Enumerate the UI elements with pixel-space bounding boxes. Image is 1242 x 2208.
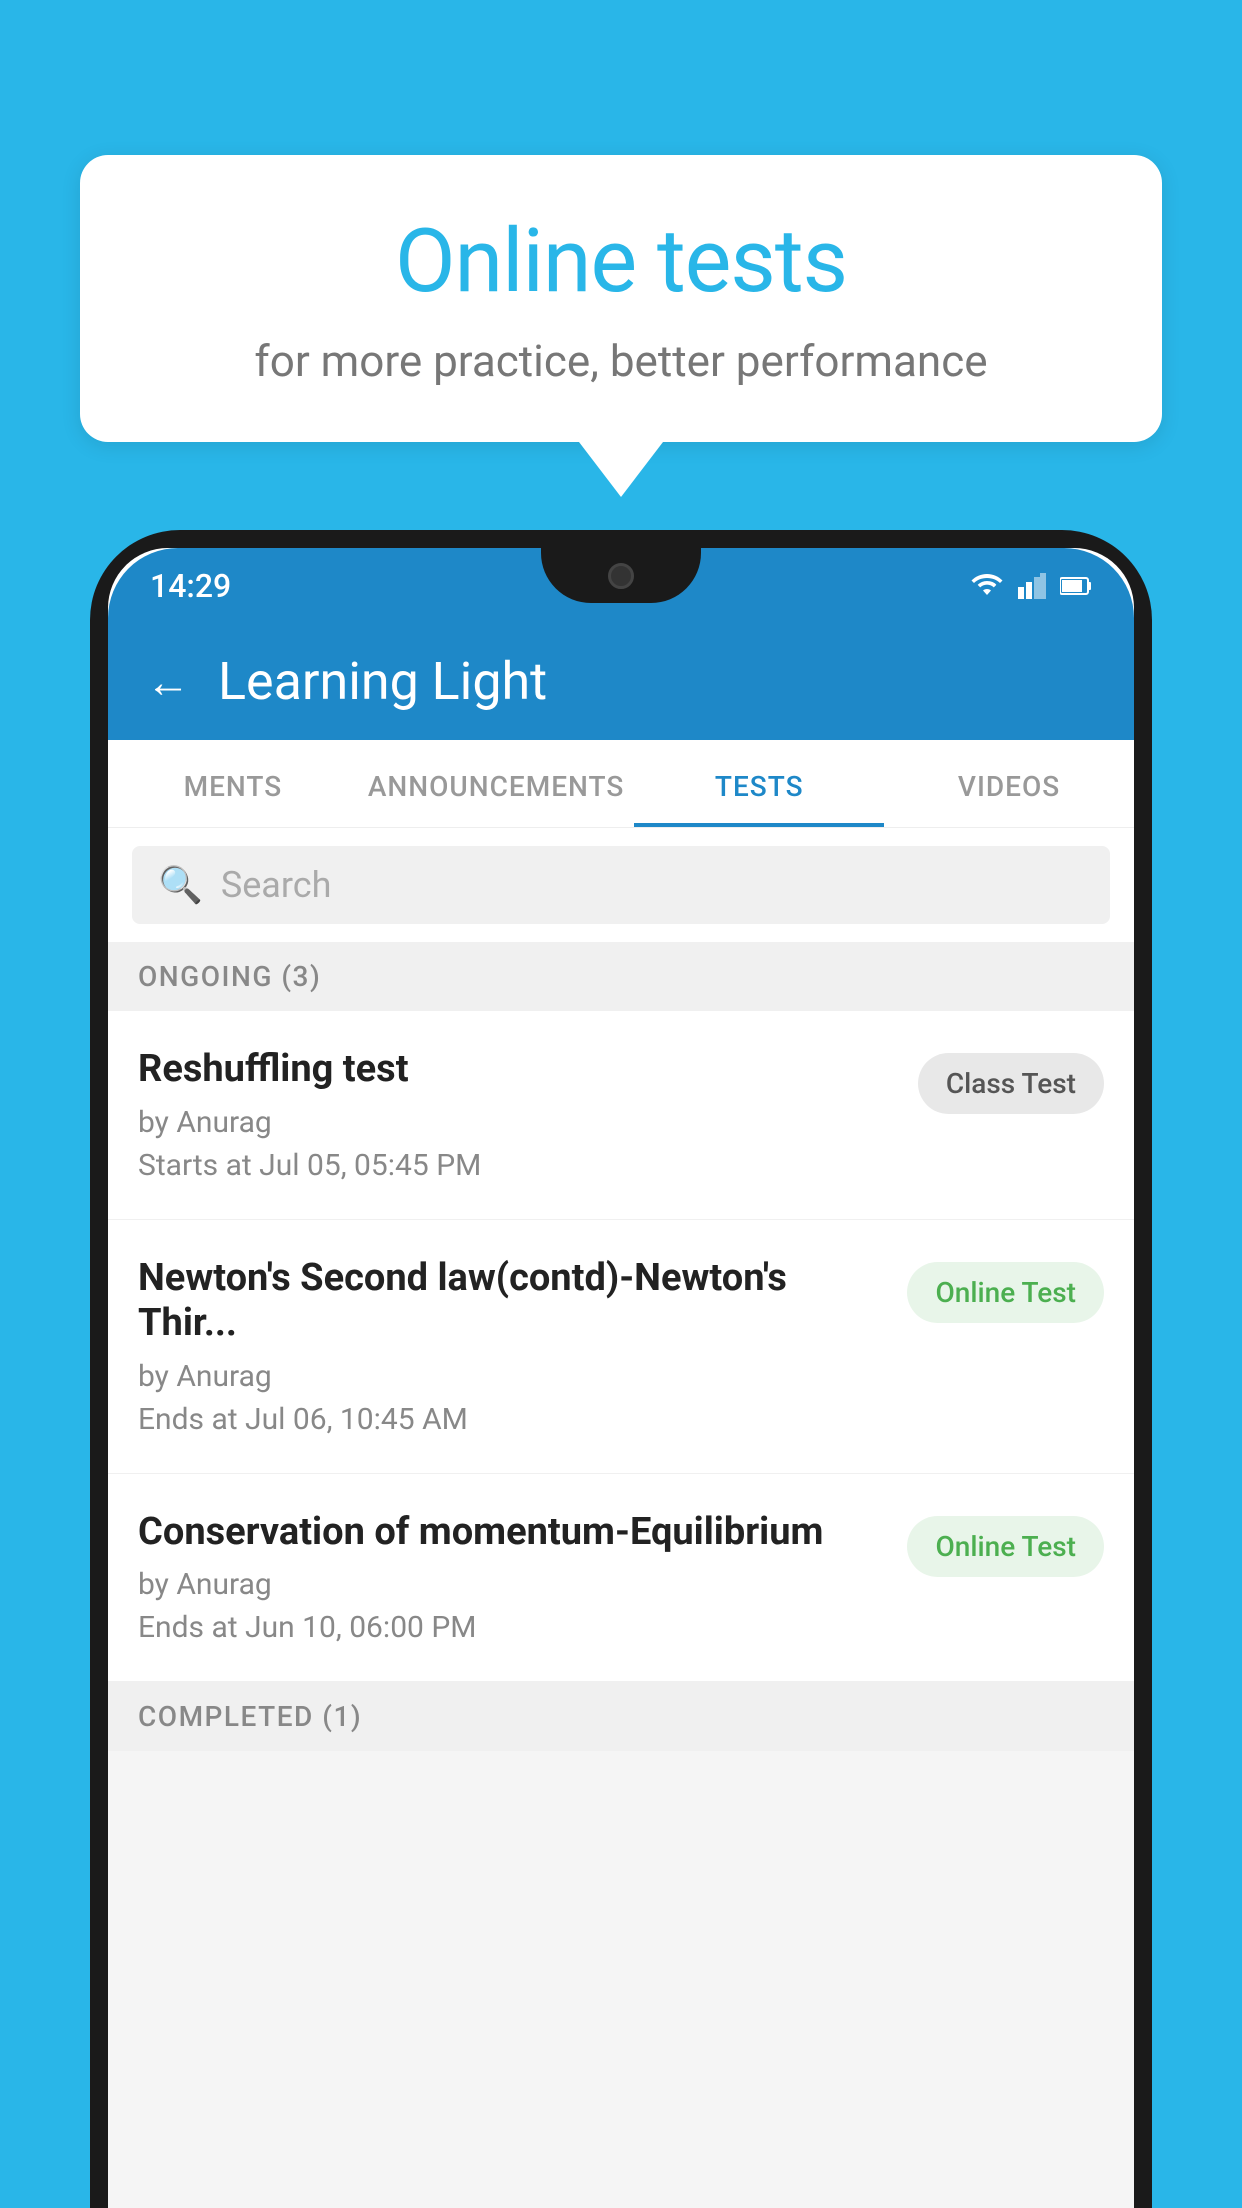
test-item[interactable]: Newton's Second law(contd)-Newton's Thir… bbox=[108, 1220, 1134, 1474]
status-time: 14:29 bbox=[150, 567, 231, 605]
test-badge-class: Class Test bbox=[918, 1053, 1104, 1114]
speech-bubble-title: Online tests bbox=[140, 210, 1102, 313]
completed-section-label: COMPLETED (1) bbox=[108, 1682, 1134, 1751]
phone-camera bbox=[608, 563, 634, 589]
test-info: Newton's Second law(contd)-Newton's Thir… bbox=[138, 1256, 887, 1437]
tabs-bar: MENTS ANNOUNCEMENTS TESTS VIDEOS bbox=[108, 740, 1134, 828]
test-badge-online-2: Online Test bbox=[907, 1516, 1104, 1577]
test-item[interactable]: Reshuffling test by Anurag Starts at Jul… bbox=[108, 1011, 1134, 1220]
test-info: Conservation of momentum-Equilibrium by … bbox=[138, 1510, 887, 1646]
tab-ments[interactable]: MENTS bbox=[108, 740, 358, 827]
search-bar[interactable]: 🔍 Search bbox=[132, 846, 1110, 924]
test-name: Conservation of momentum-Equilibrium bbox=[138, 1510, 887, 1556]
phone-wrapper: 14:29 bbox=[90, 530, 1152, 2208]
tab-announcements[interactable]: ANNOUNCEMENTS bbox=[358, 740, 634, 827]
test-info: Reshuffling test by Anurag Starts at Jul… bbox=[138, 1047, 898, 1183]
test-badge-online: Online Test bbox=[907, 1262, 1104, 1323]
screen-content: 🔍 Search ONGOING (3) Reshuffling test by… bbox=[108, 828, 1134, 2208]
search-placeholder: Search bbox=[221, 864, 332, 906]
speech-bubble-arrow bbox=[579, 442, 663, 497]
speech-bubble-subtitle: for more practice, better performance bbox=[140, 335, 1102, 387]
test-by: by Anurag bbox=[138, 1359, 887, 1394]
search-bar-wrapper: 🔍 Search bbox=[108, 828, 1134, 942]
test-name: Reshuffling test bbox=[138, 1047, 898, 1093]
phone-inner: 14:29 bbox=[108, 548, 1134, 2208]
speech-bubble: Online tests for more practice, better p… bbox=[80, 155, 1162, 442]
phone-notch bbox=[541, 548, 701, 603]
status-icons bbox=[970, 573, 1092, 599]
app-header: ← Learning Light bbox=[108, 623, 1134, 740]
search-icon: 🔍 bbox=[158, 864, 203, 906]
test-by: by Anurag bbox=[138, 1567, 887, 1602]
signal-icon bbox=[1018, 573, 1046, 599]
status-bar: 14:29 bbox=[108, 548, 1134, 623]
test-date: Starts at Jul 05, 05:45 PM bbox=[138, 1148, 898, 1183]
speech-bubble-wrapper: Online tests for more practice, better p… bbox=[80, 155, 1162, 497]
test-date: Ends at Jun 10, 06:00 PM bbox=[138, 1610, 887, 1645]
test-name: Newton's Second law(contd)-Newton's Thir… bbox=[138, 1256, 887, 1347]
battery-icon bbox=[1060, 575, 1092, 597]
ongoing-section-label: ONGOING (3) bbox=[108, 942, 1134, 1011]
phone-outer: 14:29 bbox=[90, 530, 1152, 2208]
wifi-icon bbox=[970, 573, 1004, 599]
app-title: Learning Light bbox=[218, 651, 547, 712]
tab-tests[interactable]: TESTS bbox=[634, 740, 884, 827]
tab-videos[interactable]: VIDEOS bbox=[884, 740, 1134, 827]
test-by: by Anurag bbox=[138, 1105, 898, 1140]
test-date: Ends at Jul 06, 10:45 AM bbox=[138, 1402, 887, 1437]
back-button[interactable]: ← bbox=[146, 656, 190, 708]
test-item[interactable]: Conservation of momentum-Equilibrium by … bbox=[108, 1474, 1134, 1683]
